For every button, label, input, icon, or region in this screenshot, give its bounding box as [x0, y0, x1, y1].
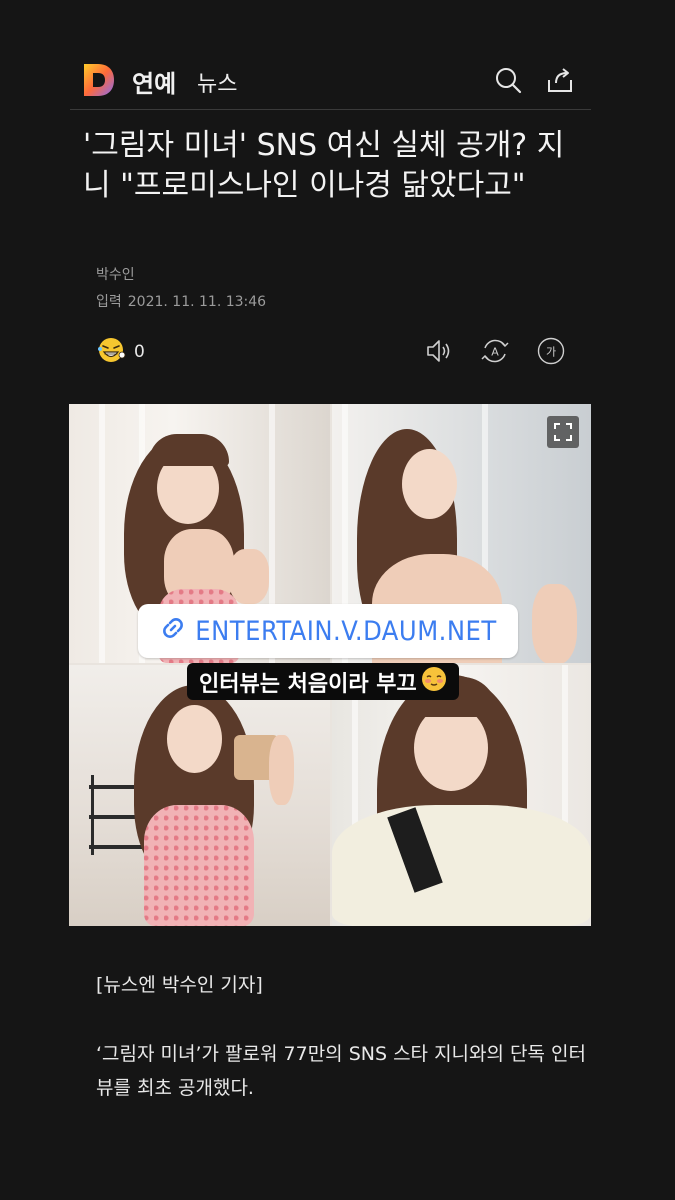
font-size-icon[interactable]: 가 [536, 336, 566, 366]
font-size-glyph: 가 [546, 346, 556, 359]
reaction-button[interactable]: 0 [96, 336, 145, 368]
article-photo[interactable]: ENTERTAIN.V.DAUM.NET 인터뷰는 처음이라 부끄 [69, 404, 591, 926]
article-page: 연예 뉴스 '그림자 미녀' SNS 여신 실체 공개? 지니 "프로미스나인 … [0, 0, 675, 1200]
article-paragraph: ‘그림자 미녀’가 팔로워 77만의 SNS 스타 지니와의 단독 인터뷰를 최… [96, 1043, 586, 1099]
author-name[interactable]: 박수인 [96, 264, 135, 284]
daum-logo[interactable] [82, 62, 116, 98]
photo-caption: 인터뷰는 처음이라 부끄 [187, 663, 459, 700]
translate-icon[interactable]: A [480, 336, 510, 366]
link-sticker[interactable]: ENTERTAIN.V.DAUM.NET [138, 604, 518, 658]
reporter-byline: [뉴스엔 박수인 기자] [96, 974, 263, 996]
link-icon [159, 614, 187, 649]
laughing-emoji-icon [96, 335, 126, 369]
header-divider [70, 109, 591, 110]
photo-pane-bottom-right [332, 665, 591, 926]
section-title[interactable]: 연예 [132, 64, 176, 99]
link-text: ENTERTAIN.V.DAUM.NET [195, 615, 497, 647]
translate-glyph: A [491, 346, 499, 359]
share-icon[interactable] [544, 64, 576, 96]
reaction-count: 0 [134, 342, 145, 362]
article-title: '그림자 미녀' SNS 여신 실체 공개? 지니 "프로미스나인 이나경 닮았… [83, 128, 565, 203]
fullscreen-icon[interactable] [547, 416, 579, 448]
timestamp-value: 2021. 11. 11. 13:46 [127, 294, 267, 310]
top-bar: 연예 뉴스 [82, 58, 590, 106]
photo-pane-bottom-left [69, 665, 330, 926]
subsection-title[interactable]: 뉴스 [197, 66, 237, 98]
audio-icon[interactable] [424, 336, 454, 366]
timestamp-label: 입력 [96, 294, 122, 310]
caption-text: 인터뷰는 처음이라 부끄 [199, 671, 417, 697]
blushing-emoji-icon [421, 666, 447, 698]
publish-timestamp: 입력 2021. 11. 11. 13:46 [96, 291, 272, 311]
search-icon[interactable] [492, 64, 524, 96]
